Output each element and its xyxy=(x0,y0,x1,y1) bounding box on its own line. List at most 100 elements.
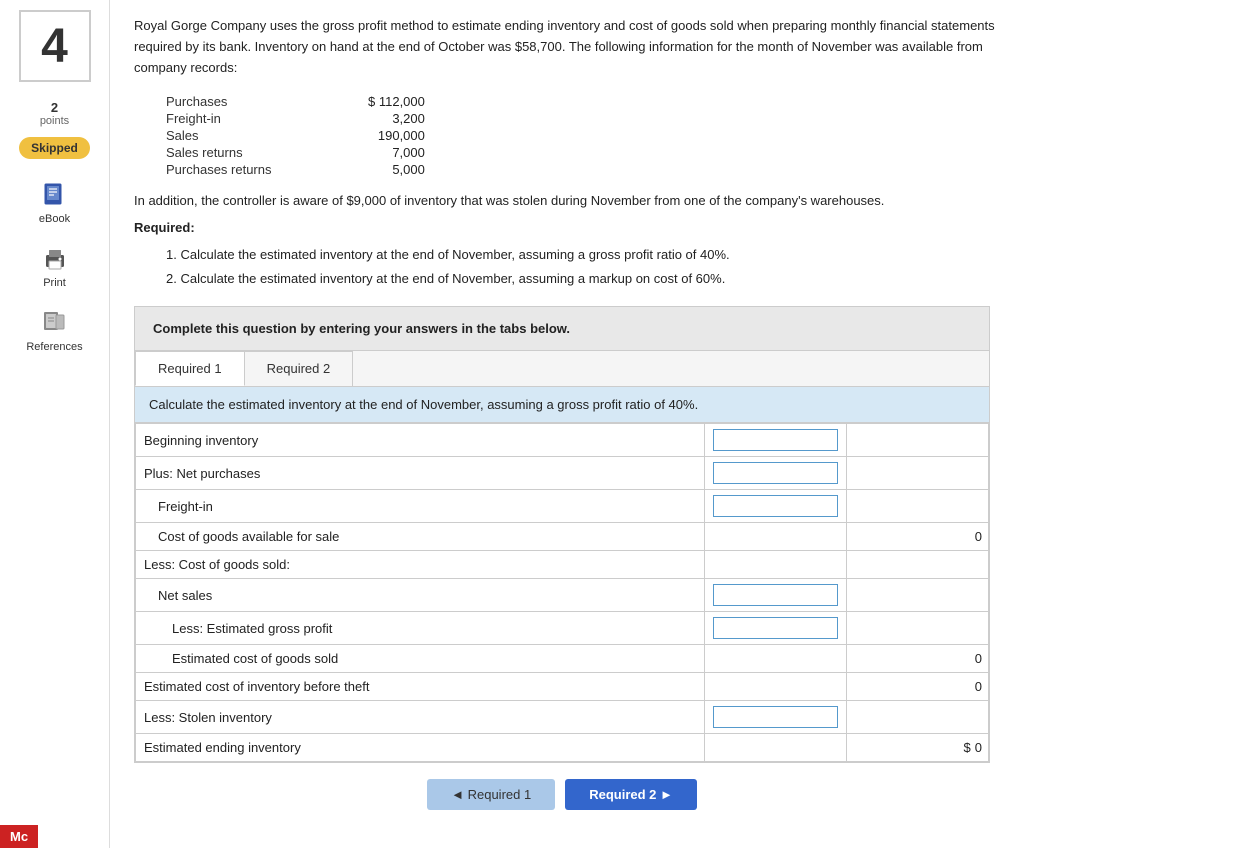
row-label: Less: Cost of goods sold: xyxy=(136,551,705,579)
data-label: Purchases xyxy=(166,94,346,109)
row-col3: 0 xyxy=(846,673,988,701)
table-row: Less: Cost of goods sold: xyxy=(136,551,989,579)
tabs-header: Required 1Required 2 xyxy=(135,351,989,387)
data-label: Sales xyxy=(166,128,346,143)
sidebar: 4 2 points Skipped eBook xyxy=(0,0,110,848)
cell-input-col2-2[interactable] xyxy=(713,495,838,517)
prev-button[interactable]: ◄ Required 1 xyxy=(427,779,555,810)
data-label: Freight-in xyxy=(166,111,346,126)
row-col2[interactable] xyxy=(704,701,846,734)
cell-input-col2-9[interactable] xyxy=(713,706,838,728)
nav-buttons: ◄ Required 1 Required 2 ► xyxy=(134,779,990,810)
required-label: Required: xyxy=(134,220,1231,235)
data-value: 3,200 xyxy=(348,111,425,126)
row-col3 xyxy=(846,579,988,612)
row-col3: 0 xyxy=(846,645,988,673)
row-label: Less: Stolen inventory xyxy=(136,701,705,734)
row-col2 xyxy=(704,645,846,673)
table-row: Less: Stolen inventory xyxy=(136,701,989,734)
points-value: 2 xyxy=(51,100,58,115)
table-row: Less: Estimated gross profit xyxy=(136,612,989,645)
cell-value: 0 xyxy=(975,740,982,755)
cell-input-col2-1[interactable] xyxy=(713,462,838,484)
data-value: 5,000 xyxy=(348,162,425,177)
references-icon xyxy=(38,307,70,339)
question-number: 4 xyxy=(19,10,91,82)
row-label: Estimated cost of inventory before theft xyxy=(136,673,705,701)
data-table: Purchases$ 112,000Freight-in3,200Sales19… xyxy=(164,92,427,179)
ebook-label: eBook xyxy=(39,213,70,225)
required-items: 1. Calculate the estimated inventory at … xyxy=(150,243,1231,290)
row-col3 xyxy=(846,612,988,645)
references-label: References xyxy=(26,341,82,353)
data-table-row: Purchases$ 112,000 xyxy=(166,94,425,109)
table-row: Cost of goods available for sale 0 xyxy=(136,523,989,551)
row-label: Estimated ending inventory xyxy=(136,734,705,762)
row-col3: 0 xyxy=(846,523,988,551)
tab-content: Calculate the estimated inventory at the… xyxy=(135,387,989,762)
data-table-row: Sales returns7,000 xyxy=(166,145,425,160)
row-col2[interactable] xyxy=(704,490,846,523)
cell-input-col2-0[interactable] xyxy=(713,429,838,451)
content-area: Royal Gorge Company uses the gross profi… xyxy=(110,0,1255,848)
row-label: Beginning inventory xyxy=(136,424,705,457)
table-row: Plus: Net purchases xyxy=(136,457,989,490)
data-table-row: Purchases returns5,000 xyxy=(166,162,425,177)
print-button[interactable]: Print xyxy=(39,243,71,289)
row-label: Less: Estimated gross profit xyxy=(136,612,705,645)
print-icon xyxy=(39,243,71,275)
table-row: Beginning inventory xyxy=(136,424,989,457)
additional-text: In addition, the controller is aware of … xyxy=(134,193,1034,208)
tabs-container: Required 1Required 2 Calculate the estim… xyxy=(134,351,990,763)
status-badge: Skipped xyxy=(19,137,90,159)
ebook-button[interactable]: eBook xyxy=(39,179,71,225)
table-row: Net sales xyxy=(136,579,989,612)
data-value: 190,000 xyxy=(348,128,425,143)
complete-box: Complete this question by entering your … xyxy=(134,306,990,351)
row-label: Cost of goods available for sale xyxy=(136,523,705,551)
row-col2 xyxy=(704,673,846,701)
row-col2[interactable] xyxy=(704,457,846,490)
row-col3: $0 xyxy=(846,734,988,762)
data-value: 7,000 xyxy=(348,145,425,160)
row-label: Plus: Net purchases xyxy=(136,457,705,490)
table-row: Estimated cost of goods sold 0 xyxy=(136,645,989,673)
data-table-row: Freight-in3,200 xyxy=(166,111,425,126)
cell-input-col2-6[interactable] xyxy=(713,617,838,639)
references-button[interactable]: References xyxy=(26,307,82,353)
row-col2[interactable] xyxy=(704,612,846,645)
row-col2[interactable] xyxy=(704,579,846,612)
row-col3 xyxy=(846,701,988,734)
row-col2[interactable] xyxy=(704,424,846,457)
row-col2 xyxy=(704,551,846,579)
cell-input-col2-5[interactable] xyxy=(713,584,838,606)
data-label: Sales returns xyxy=(166,145,346,160)
table-row: Estimated ending inventory $0 xyxy=(136,734,989,762)
question-text: Royal Gorge Company uses the gross profi… xyxy=(134,16,1034,78)
next-button[interactable]: Required 2 ► xyxy=(565,779,697,810)
row-label: Net sales xyxy=(136,579,705,612)
tab-required-2[interactable]: Required 2 xyxy=(244,351,354,386)
row-label: Freight-in xyxy=(136,490,705,523)
row-col3 xyxy=(846,551,988,579)
table-row: Freight-in xyxy=(136,490,989,523)
inventory-table: Beginning inventoryPlus: Net purchasesFr… xyxy=(135,423,989,762)
tab-required-1[interactable]: Required 1 xyxy=(135,351,245,386)
row-label: Estimated cost of goods sold xyxy=(136,645,705,673)
row-col3 xyxy=(846,424,988,457)
row-col2 xyxy=(704,734,846,762)
required-item: 1. Calculate the estimated inventory at … xyxy=(166,243,1231,266)
required-item: 2. Calculate the estimated inventory at … xyxy=(166,267,1231,290)
print-label: Print xyxy=(43,277,66,289)
data-label: Purchases returns xyxy=(166,162,346,177)
tab-description: Calculate the estimated inventory at the… xyxy=(135,387,989,423)
data-table-row: Sales190,000 xyxy=(166,128,425,143)
row-col2 xyxy=(704,523,846,551)
row-col3 xyxy=(846,490,988,523)
ebook-icon xyxy=(39,179,71,211)
data-value: $ 112,000 xyxy=(348,94,425,109)
bottom-bar: Mc xyxy=(0,825,38,848)
points-label: points xyxy=(40,115,69,127)
table-row: Estimated cost of inventory before theft… xyxy=(136,673,989,701)
row-col3 xyxy=(846,457,988,490)
